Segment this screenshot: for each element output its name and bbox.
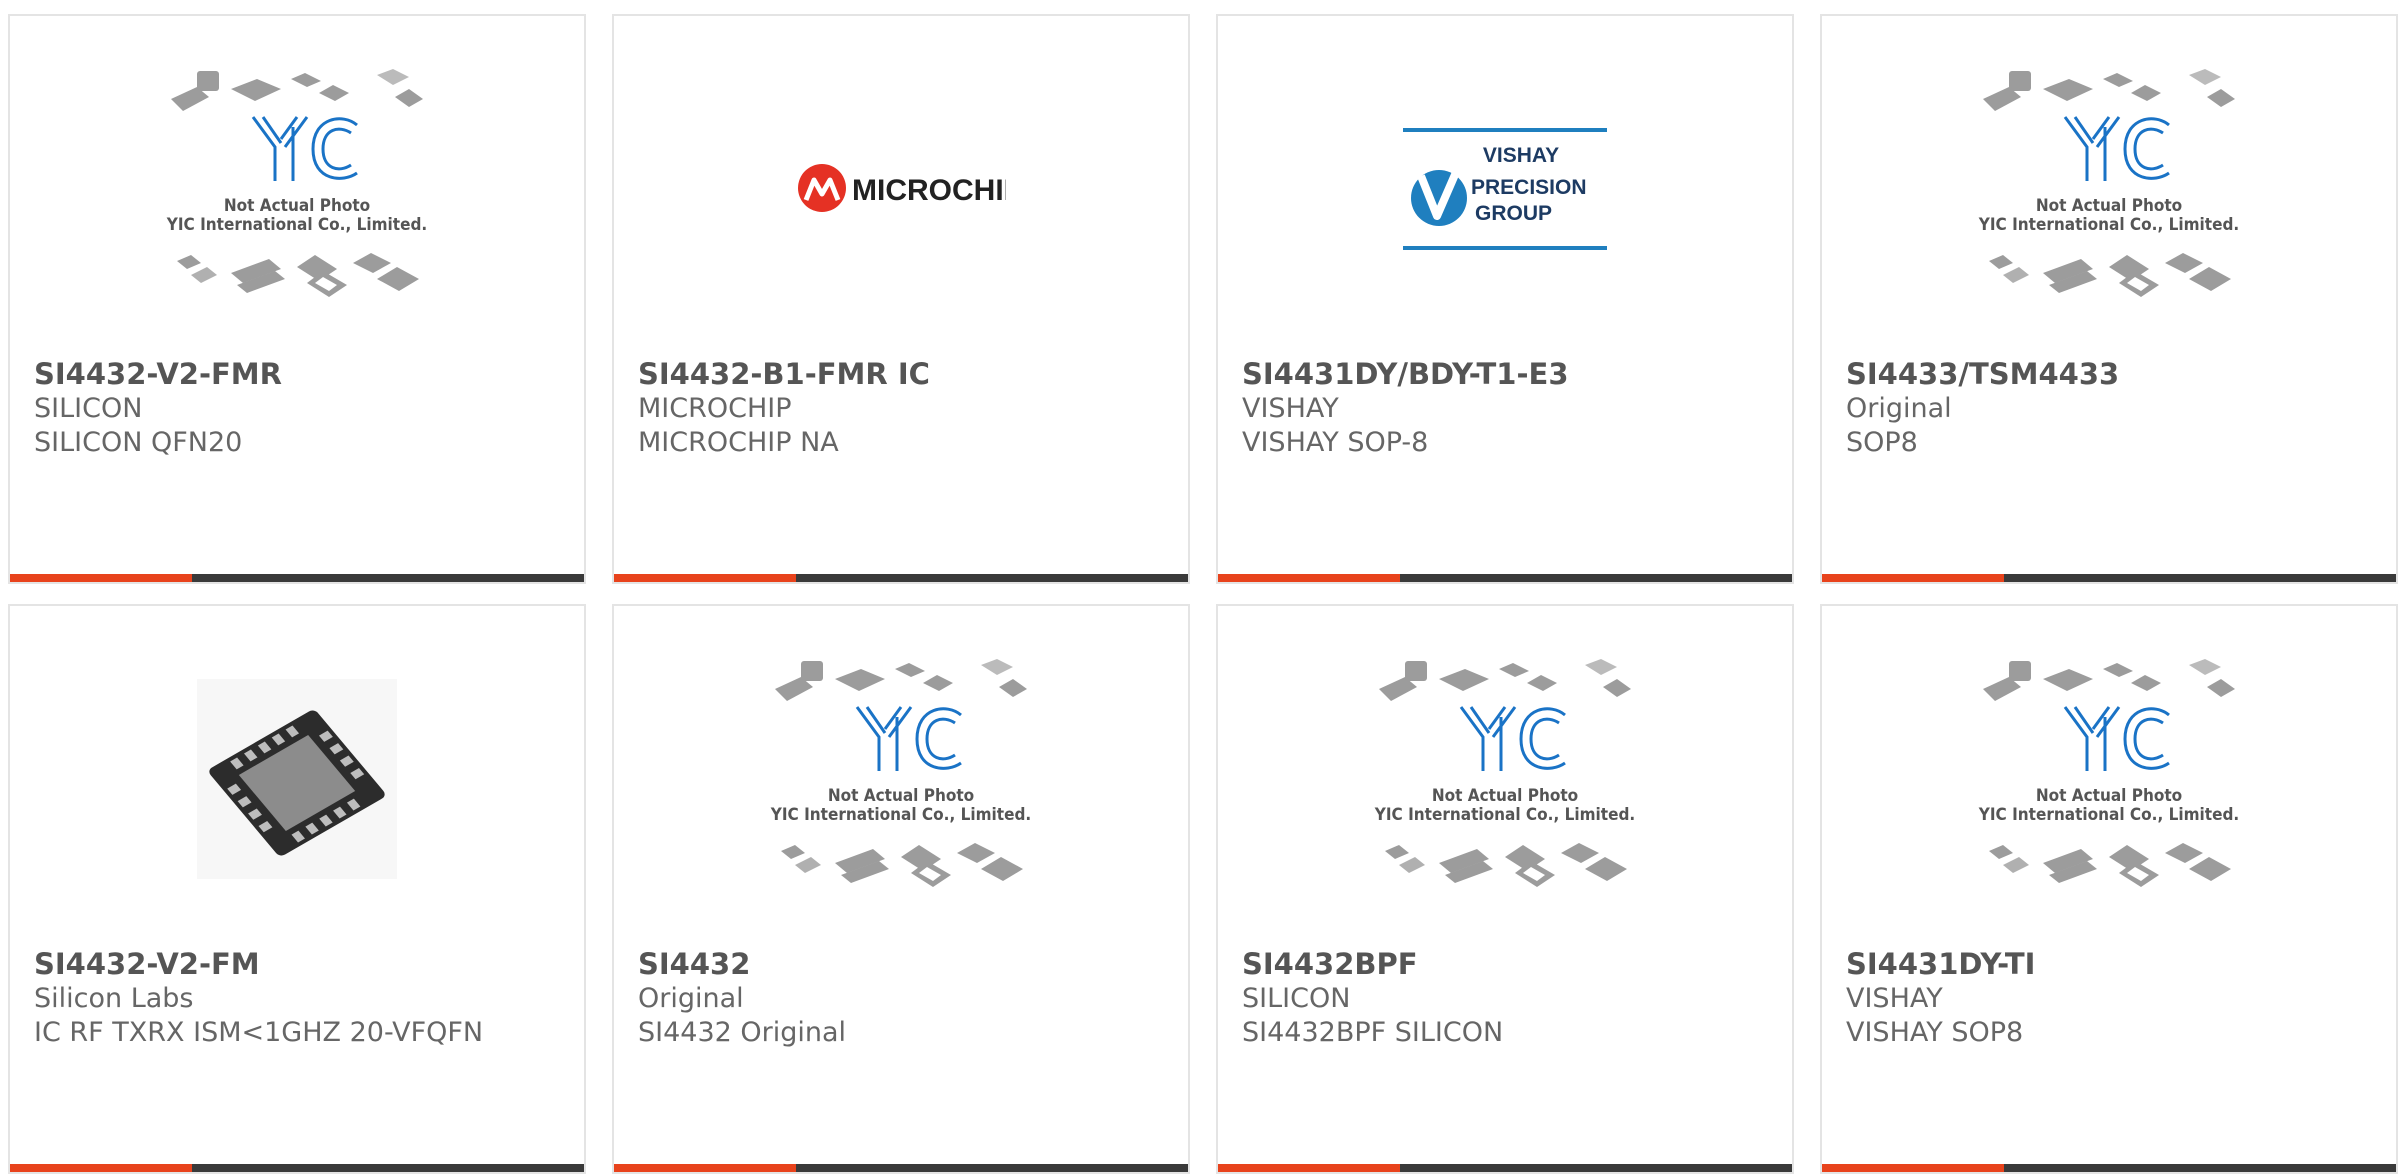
card-bottom-bar <box>1822 1164 2396 1172</box>
part-number[interactable]: SI4433/TSM4433 <box>1846 356 2376 392</box>
yic-placeholder-icon: Not Actual Photo YIC International Co., … <box>770 658 1031 887</box>
card-accent-bar <box>10 1164 192 1172</box>
placeholder-caption-line2: YIC International Co., Limited. <box>1978 805 2239 825</box>
product-card[interactable]: Not Actual Photo YIC International Co., … <box>1216 604 1794 1174</box>
product-card[interactable]: Not Actual Photo YIC International Co., … <box>1820 14 2398 584</box>
vishay-logo-line1: VISHAY <box>1483 144 1559 167</box>
card-bottom-bar <box>614 574 1188 582</box>
card-bottom-bar <box>1218 1164 1792 1172</box>
vishay-logo-line3: GROUP <box>1475 202 1552 225</box>
brand-name: SILICON <box>34 393 143 424</box>
placeholder-caption-line2: YIC International Co., Limited. <box>166 215 427 235</box>
product-description: SILICON QFN20 <box>34 427 243 458</box>
placeholder-caption-line1: Not Actual Photo <box>2036 196 2182 216</box>
product-description: SI4432 Original <box>638 1017 847 1048</box>
brand-name: VISHAY <box>1846 983 1943 1014</box>
product-image-placeholder[interactable]: Not Actual Photo YIC International Co., … <box>1822 606 2396 951</box>
card-accent-bar <box>1218 574 1400 582</box>
product-image-placeholder[interactable]: Not Actual Photo YIC International Co., … <box>614 606 1188 951</box>
part-number[interactable]: SI4432BPF <box>1242 946 1772 982</box>
product-description: MICROCHIP NA <box>638 427 839 458</box>
card-accent-bar <box>1822 1164 2004 1172</box>
product-description: VISHAY SOP8 <box>1846 1017 2024 1048</box>
placeholder-caption-line1: Not Actual Photo <box>1432 786 1578 806</box>
brand-name: VISHAY <box>1242 393 1339 424</box>
part-number[interactable]: SI4432 <box>638 946 1168 982</box>
card-accent-bar <box>1218 1164 1400 1172</box>
card-bottom-bar <box>10 574 584 582</box>
brand-name: SILICON <box>1242 983 1351 1014</box>
product-description: SOP8 <box>1846 427 1918 458</box>
brand-name: Original <box>1846 393 1952 424</box>
yic-placeholder-icon: Not Actual Photo YIC International Co., … <box>1978 658 2239 887</box>
product-description: SI4432BPF SILICON <box>1242 1017 1504 1048</box>
qfn-chip-icon <box>197 678 397 879</box>
part-number[interactable]: SI4432-B1-FMR IC <box>638 356 1168 392</box>
placeholder-caption-line1: Not Actual Photo <box>828 786 974 806</box>
product-image-placeholder[interactable]: Not Actual Photo YIC International Co., … <box>10 16 584 361</box>
card-bottom-bar <box>1822 574 2396 582</box>
placeholder-caption-line1: Not Actual Photo <box>224 196 370 216</box>
product-card[interactable]: VISHAY PRECISION GROUP SI4431DY/BDY-T1-E… <box>1216 14 1794 584</box>
product-card[interactable]: Not Actual Photo YIC International Co., … <box>612 604 1190 1174</box>
part-number[interactable]: SI4431DY-TI <box>1846 946 2376 982</box>
card-accent-bar <box>10 574 192 582</box>
yic-placeholder-icon: Not Actual Photo YIC International Co., … <box>1978 68 2239 297</box>
placeholder-caption-line2: YIC International Co., Limited. <box>1978 215 2239 235</box>
product-image-placeholder[interactable]: Not Actual Photo YIC International Co., … <box>1218 606 1792 951</box>
product-card[interactable]: MICROCHIP SI4432-B1-FMR IC MICROCHIP MIC… <box>612 14 1190 584</box>
yic-placeholder-icon: Not Actual Photo YIC International Co., … <box>1374 658 1635 887</box>
product-image-placeholder[interactable]: Not Actual Photo YIC International Co., … <box>1822 16 2396 361</box>
placeholder-caption-line2: YIC International Co., Limited. <box>770 805 1031 825</box>
product-image-brand-logo[interactable]: VISHAY PRECISION GROUP <box>1218 16 1792 361</box>
placeholder-caption-line2: YIC International Co., Limited. <box>1374 805 1635 825</box>
yic-placeholder-icon: Not Actual Photo YIC International Co., … <box>166 68 427 297</box>
card-bottom-bar <box>614 1164 1188 1172</box>
part-number[interactable]: SI4431DY/BDY-T1-E3 <box>1242 356 1772 392</box>
brand-name: Silicon Labs <box>34 983 194 1014</box>
product-card[interactable]: Not Actual Photo YIC International Co., … <box>8 14 586 584</box>
product-card[interactable]: Not Actual Photo YIC International Co., … <box>1820 604 2398 1174</box>
microchip-logo-text: MICROCHIP <box>852 174 1006 207</box>
vishay-logo-line2: PRECISION <box>1471 176 1587 199</box>
card-accent-bar <box>1822 574 2004 582</box>
product-description: VISHAY SOP-8 <box>1242 427 1429 458</box>
part-number[interactable]: SI4432-V2-FM <box>34 946 564 982</box>
vishay-logo-icon: VISHAY PRECISION GROUP <box>1403 127 1607 250</box>
brand-name: MICROCHIP <box>638 393 792 424</box>
brand-name: Original <box>638 983 744 1014</box>
product-image-photo[interactable] <box>10 606 584 951</box>
card-bottom-bar <box>10 1164 584 1172</box>
placeholder-caption-line1: Not Actual Photo <box>2036 786 2182 806</box>
card-accent-bar <box>614 574 796 582</box>
card-accent-bar <box>614 1164 796 1172</box>
product-grid: Not Actual Photo YIC International Co., … <box>0 0 2404 1174</box>
product-card[interactable]: SI4432-V2-FM Silicon Labs IC RF TXRX ISM… <box>8 604 586 1174</box>
product-description: IC RF TXRX ISM<1GHZ 20-VFQFN <box>34 1017 484 1048</box>
card-bottom-bar <box>1218 574 1792 582</box>
product-image-brand-logo[interactable]: MICROCHIP <box>614 16 1188 361</box>
part-number[interactable]: SI4432-V2-FMR <box>34 356 564 392</box>
microchip-logo-icon: MICROCHIP <box>798 163 1006 212</box>
